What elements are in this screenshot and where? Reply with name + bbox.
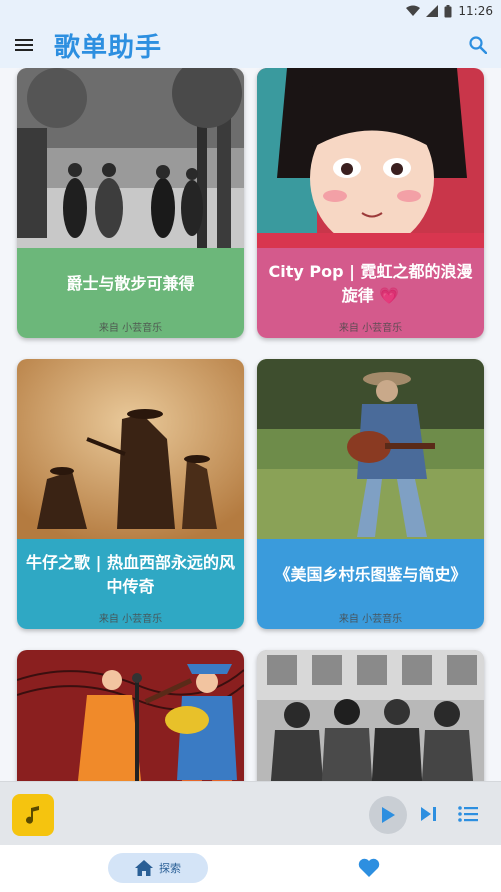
music-note-icon — [26, 806, 39, 824]
menu-button[interactable] — [0, 22, 48, 68]
playlist-card[interactable]: 爵士与散步可兼得 来自 小芸音乐 — [17, 68, 244, 338]
app-bar: 歌单助手 — [0, 22, 501, 68]
playlist-source: 来自 小芸音乐 — [98, 323, 163, 334]
playlist-title: 爵士与散步可兼得 — [66, 274, 195, 293]
playlist-card[interactable] — [257, 650, 484, 781]
nav-favorites-tab[interactable] — [357, 857, 381, 879]
playlist-queue-button[interactable] — [456, 802, 480, 826]
playlist-source: 来自 小芸音乐 — [338, 614, 403, 625]
playlist-card[interactable]: 牛仔之歌 | 热血西部永远的风中传奇 来自 小芸音乐 — [17, 359, 244, 629]
playlist-card[interactable]: 《美国乡村乐图鉴与简史》 来自 小芸音乐 — [257, 359, 484, 629]
app-title: 歌单助手 — [54, 32, 163, 63]
nav-explore-label: 探索 — [159, 862, 181, 875]
playlist-title: 牛仔之歌 | 热血西部永远的风中传奇 — [26, 553, 235, 596]
play-button[interactable] — [369, 796, 407, 834]
signal-icon — [426, 5, 439, 17]
playlist-cover-image — [17, 359, 244, 539]
playlist-cover-image — [17, 68, 244, 248]
status-time: 11:26 — [458, 4, 493, 18]
playlist-source: 来自 小芸音乐 — [98, 614, 163, 625]
playlist-card[interactable] — [17, 650, 244, 781]
wifi-icon — [406, 5, 421, 16]
playlist-cover-image — [17, 650, 244, 781]
playlist-caption: City Pop | 霓虹之都的浪漫旋律 💗 来自 小芸音乐 — [257, 248, 484, 338]
now-playing-thumbnail[interactable] — [12, 794, 54, 836]
next-button[interactable] — [417, 802, 441, 826]
playlist-title: 《美国乡村乐图鉴与简史》 — [274, 565, 467, 584]
playlist-cover-image — [257, 359, 484, 539]
playlist-source: 来自 小芸音乐 — [338, 323, 403, 334]
search-button[interactable] — [463, 30, 493, 60]
playlist-icon — [458, 806, 478, 822]
play-icon — [382, 807, 395, 823]
playlist-cover-image — [257, 68, 484, 248]
status-bar: 11:26 — [0, 0, 501, 22]
playlist-caption: 爵士与散步可兼得 来自 小芸音乐 — [17, 248, 244, 338]
player-bar — [0, 781, 501, 845]
skip-next-icon — [421, 807, 436, 821]
battery-icon — [444, 4, 452, 17]
playlist-grid: 爵士与散步可兼得 来自 小芸音乐 City Pop | 霓虹之都的浪漫旋律 💗 … — [0, 68, 501, 781]
bottom-navigation: 探索 — [0, 845, 501, 892]
playlist-card[interactable]: City Pop | 霓虹之都的浪漫旋律 💗 来自 小芸音乐 — [257, 68, 484, 338]
playlist-cover-image — [257, 650, 484, 781]
search-icon — [469, 36, 487, 54]
heart-icon — [358, 858, 380, 877]
playlist-caption: 《美国乡村乐图鉴与简史》 来自 小芸音乐 — [257, 539, 484, 629]
playlist-caption: 牛仔之歌 | 热血西部永远的风中传奇 来自 小芸音乐 — [17, 539, 244, 629]
home-icon — [135, 860, 153, 876]
nav-explore-tab[interactable]: 探索 — [108, 853, 208, 883]
hamburger-menu-icon — [15, 39, 33, 51]
playlist-title: City Pop | 霓虹之都的浪漫旋律 💗 — [268, 262, 473, 305]
